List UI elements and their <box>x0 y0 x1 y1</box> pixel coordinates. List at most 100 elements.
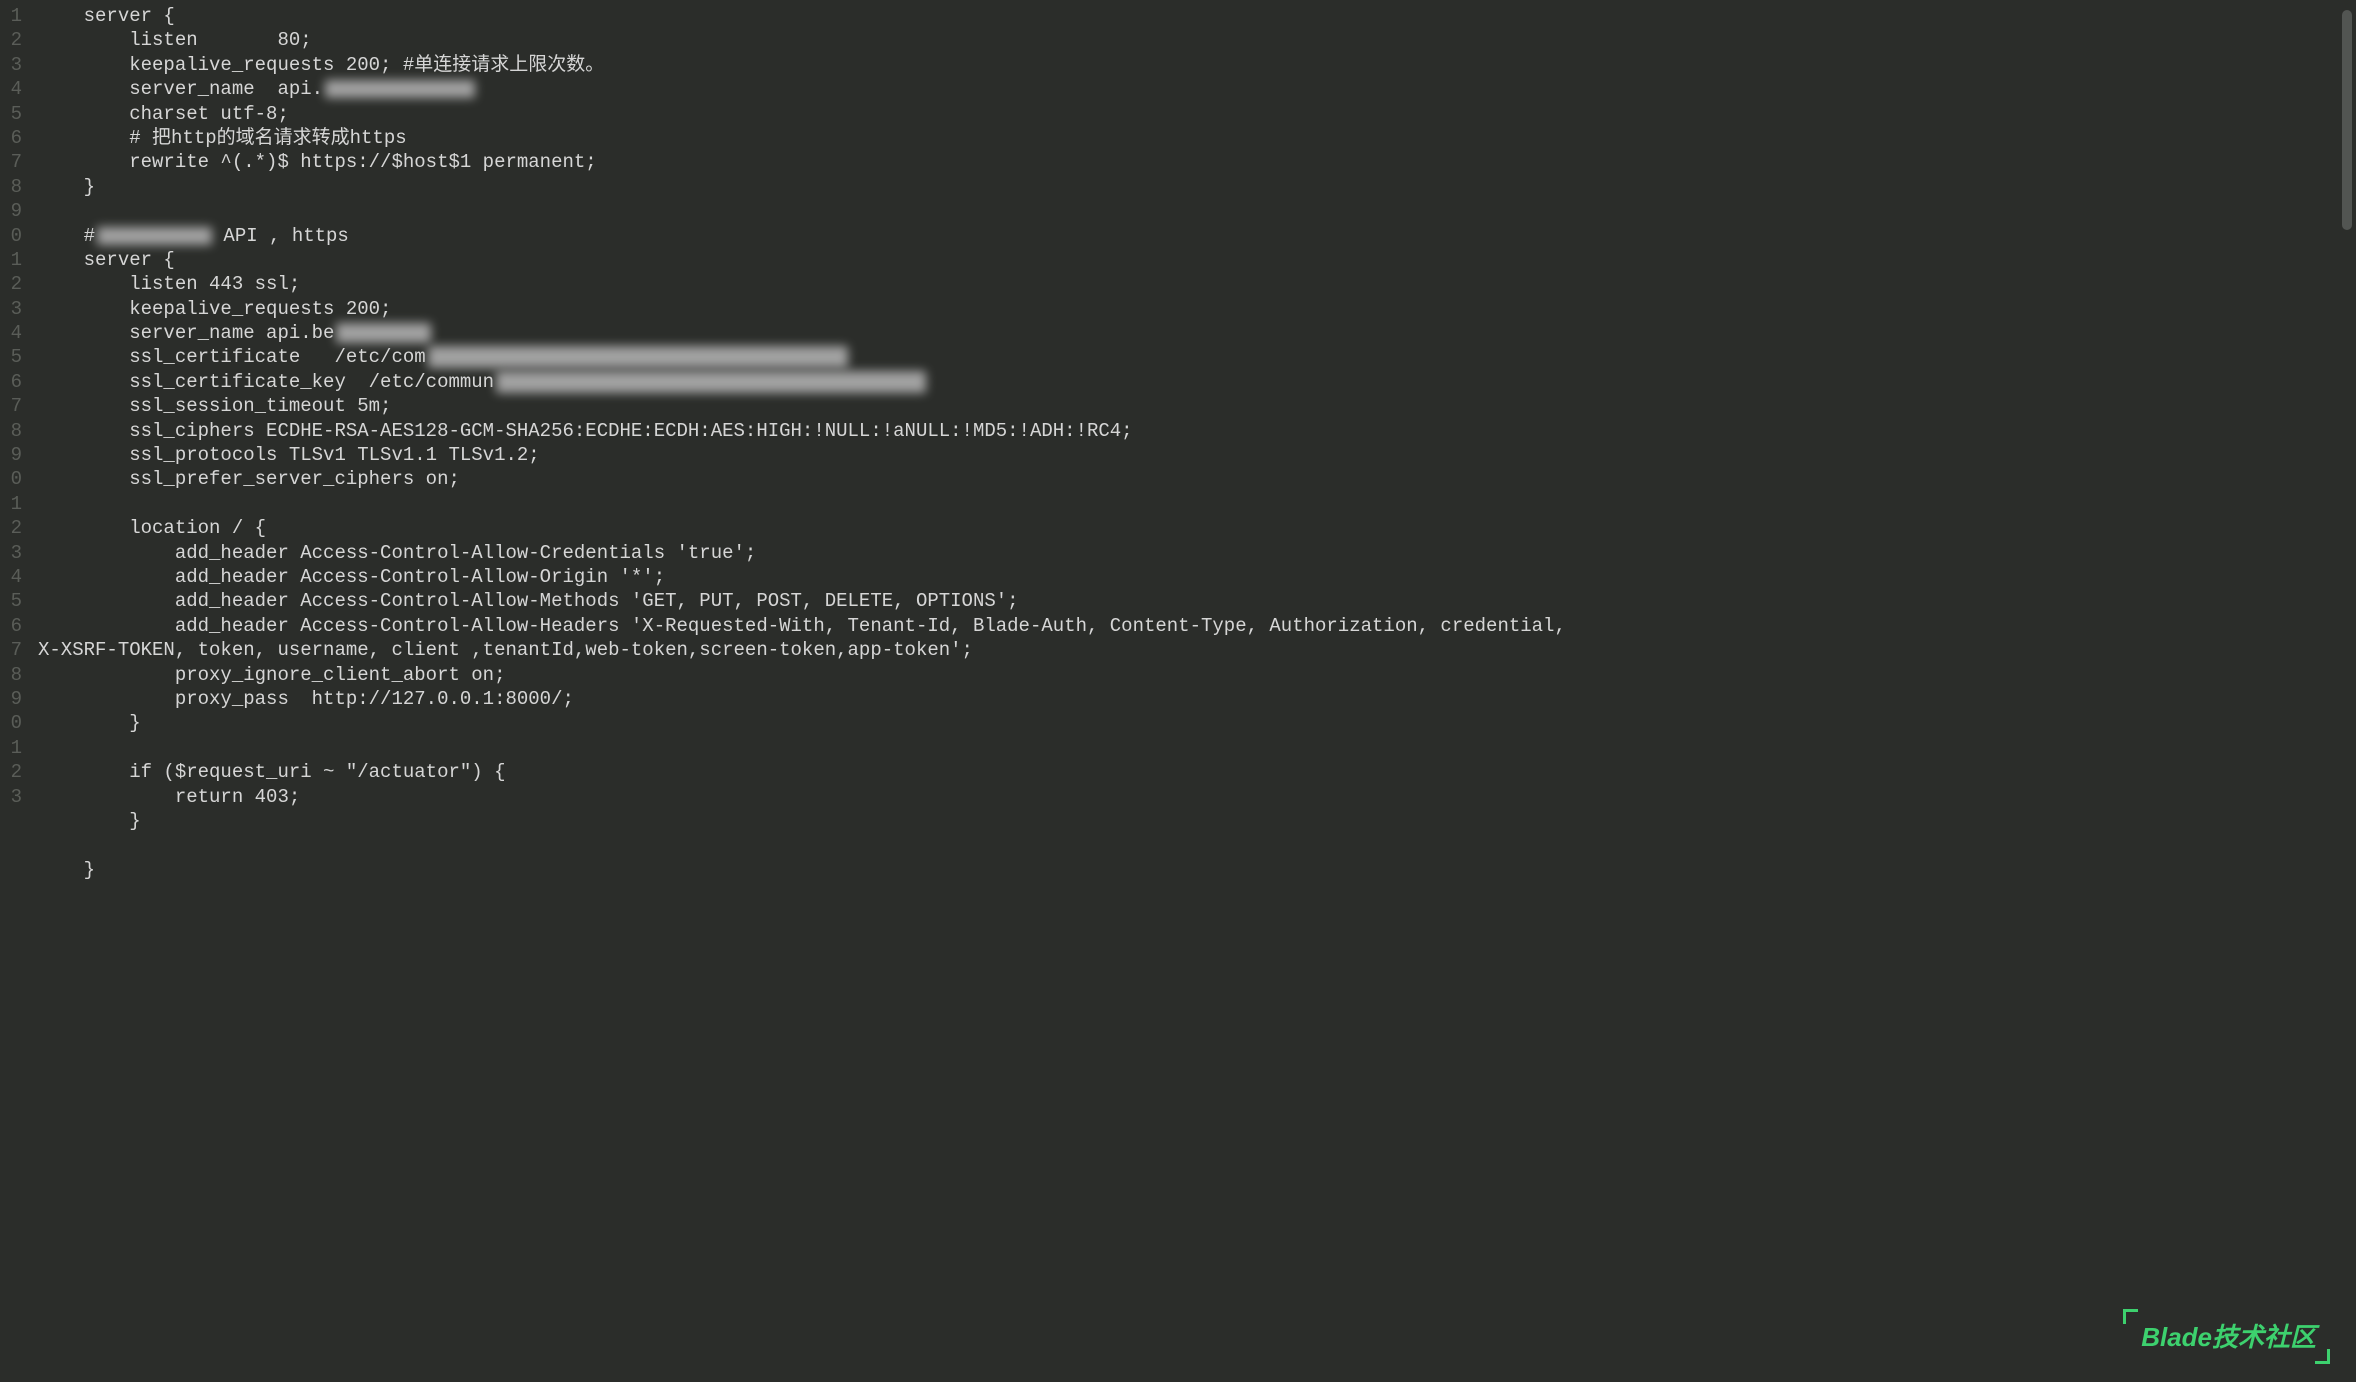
code-line[interactable]: listen 80; <box>38 28 2356 52</box>
code-editor: 123456789012345678901234567890123 server… <box>0 0 2356 1382</box>
code-line[interactable]: rewrite ^(.*)$ https://$host$1 permanent… <box>38 150 2356 174</box>
code-line[interactable] <box>38 199 2356 223</box>
line-number: 2 <box>0 516 22 540</box>
code-line[interactable]: add_header Access-Control-Allow-Methods … <box>38 589 2356 613</box>
line-number: 3 <box>0 53 22 77</box>
code-text: proxy_pass http://127.0.0.1:8000/; <box>38 688 574 710</box>
line-number: 9 <box>0 199 22 223</box>
watermark-badge: Blade技术社区 <box>2141 1321 2316 1354</box>
code-text: } <box>38 810 141 832</box>
line-number: 6 <box>0 614 22 638</box>
code-line[interactable]: return 403; <box>38 785 2356 809</box>
line-number: 9 <box>0 443 22 467</box>
code-line[interactable]: add_header Access-Control-Allow-Origin '… <box>38 565 2356 589</box>
redacted-region <box>325 80 475 98</box>
watermark-text: Blade技术社区 <box>2141 1322 2316 1352</box>
line-number-gutter: 123456789012345678901234567890123 <box>0 0 30 1382</box>
line-number: 5 <box>0 589 22 613</box>
code-line[interactable]: ssl_ciphers ECDHE-RSA-AES128-GCM-SHA256:… <box>38 419 2356 443</box>
line-number: 7 <box>0 638 22 662</box>
line-number: 7 <box>0 150 22 174</box>
bracket-bottom-right-icon <box>2315 1349 2330 1364</box>
line-number: 4 <box>0 565 22 589</box>
code-text: server_name api.be <box>38 322 334 344</box>
code-text: listen 443 ssl; <box>38 273 300 295</box>
code-line[interactable] <box>38 833 2356 857</box>
code-line[interactable] <box>38 492 2356 516</box>
code-line[interactable]: keepalive_requests 200; <box>38 297 2356 321</box>
bracket-top-left-icon <box>2123 1309 2138 1324</box>
code-line[interactable]: add_header Access-Control-Allow-Headers … <box>38 614 2356 638</box>
code-text: } <box>38 859 95 881</box>
code-line[interactable]: if ($request_uri ~ "/actuator") { <box>38 760 2356 784</box>
redacted-region <box>428 346 848 368</box>
code-line[interactable]: server { <box>38 248 2356 272</box>
code-text: listen 80; <box>38 29 312 51</box>
code-text: proxy_ignore_client_abort on; <box>38 664 505 686</box>
code-line[interactable] <box>38 736 2356 760</box>
line-number: 3 <box>0 297 22 321</box>
code-line[interactable]: X-XSRF-TOKEN, token, username, client ,t… <box>38 638 2356 662</box>
line-number: 0 <box>0 224 22 248</box>
code-line[interactable]: location / { <box>38 516 2356 540</box>
line-number: 8 <box>0 419 22 443</box>
line-number: 6 <box>0 126 22 150</box>
code-line[interactable]: } <box>38 809 2356 833</box>
code-line[interactable]: server { <box>38 4 2356 28</box>
code-area[interactable]: server { listen 80; keepalive_requests 2… <box>30 0 2356 1382</box>
code-line[interactable]: # 把http的域名请求转成https <box>38 126 2356 150</box>
code-line[interactable]: } <box>38 175 2356 199</box>
code-text: location / { <box>38 517 266 539</box>
code-text: ssl_certificate_key /etc/commun <box>38 371 494 393</box>
code-text: add_header Access-Control-Allow-Credenti… <box>38 542 756 564</box>
code-line[interactable]: ssl_protocols TLSv1 TLSv1.1 TLSv1.2; <box>38 443 2356 467</box>
line-number: 9 <box>0 687 22 711</box>
code-text: ssl_certificate /etc/com <box>38 346 426 368</box>
line-number: 7 <box>0 394 22 418</box>
code-line[interactable]: } <box>38 858 2356 882</box>
line-number: 4 <box>0 321 22 345</box>
line-number: 1 <box>0 248 22 272</box>
code-text: server { <box>38 249 175 271</box>
line-number: 3 <box>0 541 22 565</box>
code-line[interactable]: server_name api.be <box>38 321 2356 345</box>
code-line[interactable]: server_name api. <box>38 77 2356 101</box>
code-text: add_header Access-Control-Allow-Origin '… <box>38 566 665 588</box>
line-number: 4 <box>0 77 22 101</box>
code-text: add_header Access-Control-Allow-Methods … <box>38 590 1019 612</box>
code-line[interactable]: # API , https <box>38 224 2356 248</box>
line-number: 5 <box>0 345 22 369</box>
line-number: 8 <box>0 175 22 199</box>
code-text: } <box>38 712 141 734</box>
code-line[interactable]: charset utf-8; <box>38 102 2356 126</box>
code-line[interactable]: proxy_pass http://127.0.0.1:8000/; <box>38 687 2356 711</box>
code-line[interactable]: } <box>38 711 2356 735</box>
code-text: charset utf-8; <box>38 103 289 125</box>
code-text: server_name api. <box>38 78 323 100</box>
line-number: 5 <box>0 102 22 126</box>
code-text: if ($request_uri ~ "/actuator") { <box>38 761 505 783</box>
code-text: ssl_ciphers ECDHE-RSA-AES128-GCM-SHA256:… <box>38 420 1133 442</box>
line-number: 1 <box>0 492 22 516</box>
code-line[interactable]: ssl_session_timeout 5m; <box>38 394 2356 418</box>
line-number: 2 <box>0 272 22 296</box>
code-line[interactable]: proxy_ignore_client_abort on; <box>38 663 2356 687</box>
code-line[interactable]: ssl_certificate_key /etc/commun <box>38 370 2356 394</box>
code-text: # <box>38 225 95 247</box>
line-number: 0 <box>0 467 22 491</box>
code-line[interactable]: listen 443 ssl; <box>38 272 2356 296</box>
line-number: 1 <box>0 736 22 760</box>
line-number: 2 <box>0 28 22 52</box>
code-text: # 把http的域名请求转成https <box>38 127 407 149</box>
code-line[interactable]: add_header Access-Control-Allow-Credenti… <box>38 541 2356 565</box>
code-text: return 403; <box>38 786 300 808</box>
code-line[interactable]: ssl_certificate /etc/com <box>38 345 2356 369</box>
line-number: 8 <box>0 663 22 687</box>
code-line[interactable]: keepalive_requests 200; #单连接请求上限次数。 <box>38 53 2356 77</box>
line-number: 0 <box>0 711 22 735</box>
code-text: rewrite ^(.*)$ https://$host$1 permanent… <box>38 151 597 173</box>
code-line[interactable]: ssl_prefer_server_ciphers on; <box>38 467 2356 491</box>
code-text: server { <box>38 5 175 27</box>
code-text: X-XSRF-TOKEN, token, username, client ,t… <box>38 639 973 661</box>
line-number: 2 <box>0 760 22 784</box>
